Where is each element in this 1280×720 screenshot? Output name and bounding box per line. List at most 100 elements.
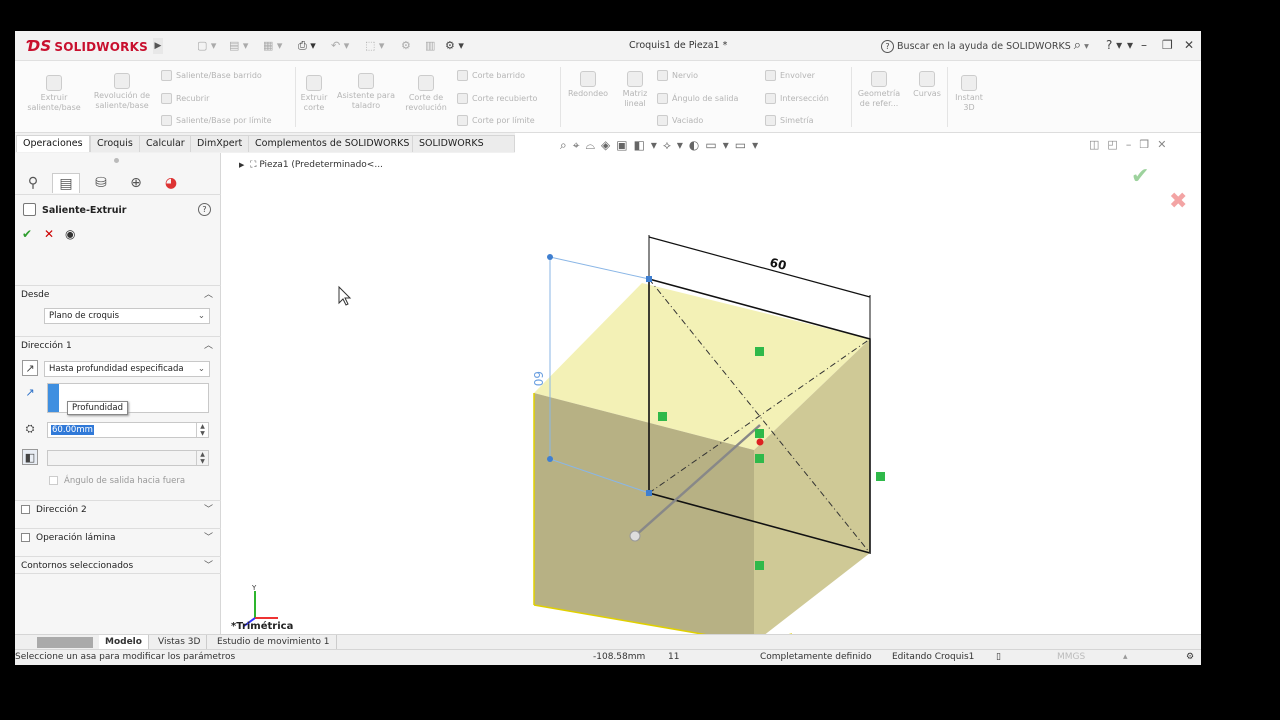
draft-spin-icon[interactable]: ▲ ▼ xyxy=(196,451,208,465)
boundary-cut-button[interactable]: Corte por límite xyxy=(457,115,535,126)
model-viewport[interactable]: 60 60 Y xyxy=(222,153,1201,644)
loft-cut-button[interactable]: Corte recubierto xyxy=(457,93,537,104)
draft-button[interactable]: Ángulo de salida xyxy=(657,93,738,104)
solidworks-logo[interactable]: ƊS SOLIDWORKS xyxy=(27,37,148,55)
viewport-minimize-icon[interactable]: – xyxy=(1126,138,1140,151)
units-dropdown-icon[interactable]: ▴ xyxy=(1123,650,1128,665)
units-selector[interactable]: MMGS xyxy=(1057,650,1085,665)
view-orientation-icon[interactable]: ▣ xyxy=(616,138,633,152)
dimension-side-text[interactable]: 60 xyxy=(531,371,545,386)
save-icon[interactable]: ▦ ▾ xyxy=(263,39,282,52)
display-manager-tab-icon[interactable]: ◕ xyxy=(157,173,185,193)
menu-expand-arrow-icon[interactable]: ▶ xyxy=(153,38,163,54)
collapse-chevron-icon[interactable]: ︿ xyxy=(204,337,213,355)
draft-outward-checkbox[interactable]: Ángulo de salida hacia fuera xyxy=(49,476,185,486)
from-dropdown[interactable]: Plano de croquis ⌄ xyxy=(44,308,210,324)
display-style-icon[interactable]: ◧▾ xyxy=(634,138,663,152)
instant3d-button[interactable]: Instant 3D xyxy=(949,75,989,113)
help-icon[interactable]: ? xyxy=(198,203,211,216)
restore-icon[interactable]: ❐ xyxy=(1162,38,1173,52)
appearance-icon[interactable]: ◐ xyxy=(689,138,705,152)
wrap-button[interactable]: Envolver xyxy=(765,70,815,81)
previous-view-icon[interactable]: ⌓ xyxy=(586,138,602,152)
view-settings-icon[interactable]: ▭▾ xyxy=(735,138,764,152)
confirm-corner-cancel-icon[interactable]: ✖ xyxy=(1169,189,1187,214)
thin-feature-checkbox[interactable] xyxy=(21,533,30,542)
select-icon[interactable]: ⬚ ▾ xyxy=(365,39,384,52)
loft-boss-button[interactable]: Recubrir xyxy=(161,93,209,104)
rib-button[interactable]: Nervio xyxy=(657,70,698,81)
reverse-direction-icon[interactable]: ↗ xyxy=(22,360,38,376)
dimxpert-manager-tab-icon[interactable]: ⊕ xyxy=(122,173,150,193)
intersect-button[interactable]: Intersección xyxy=(765,93,829,104)
midpoint-relation-icon[interactable] xyxy=(755,429,764,438)
tab-vistas-3d[interactable]: Vistas 3D xyxy=(152,635,208,649)
section-desde[interactable]: Desde ︿ xyxy=(15,285,221,303)
handle-point[interactable] xyxy=(547,456,553,462)
tab-operaciones[interactable]: Operaciones xyxy=(16,135,90,152)
linear-pattern-button[interactable]: Matriz lineal xyxy=(617,71,653,109)
tab-calcular[interactable]: Calcular xyxy=(139,135,192,152)
help-search-input[interactable]: Buscar en la ayuda de SOLIDWORKS xyxy=(897,41,1071,52)
revolve-boss-button[interactable]: Revolución de saliente/base xyxy=(91,73,153,111)
mirror-button[interactable]: Simetría xyxy=(765,115,814,126)
drag-handle-icon[interactable] xyxy=(629,530,641,542)
print-icon[interactable]: ⎙ ▾ xyxy=(298,39,316,53)
direction2-checkbox[interactable] xyxy=(21,505,30,514)
boundary-boss-button[interactable]: Saliente/Base por límite xyxy=(161,115,272,126)
handle-point[interactable] xyxy=(547,254,553,260)
vertical-relation-icon[interactable] xyxy=(876,472,885,481)
vertex-point[interactable] xyxy=(646,276,652,282)
horizontal-relation-icon[interactable] xyxy=(755,347,764,356)
section-operacion-lamina[interactable]: Operación lámina ﹀ xyxy=(15,528,221,546)
expand-arrow-icon[interactable]: ▶ xyxy=(239,161,244,169)
viewport-restore-icon[interactable]: ❐ xyxy=(1139,138,1157,151)
draft-angle-input[interactable]: ▲ ▼ xyxy=(47,450,209,466)
new-document-icon[interactable]: ▢ ▾ xyxy=(197,39,216,52)
tab-dimxpert[interactable]: DimXpert xyxy=(190,135,250,152)
options-gear-icon[interactable]: ⚙ ▾ xyxy=(445,39,464,52)
open-document-icon[interactable]: ▤ ▾ xyxy=(229,39,248,52)
expand-chevron-icon[interactable]: ﹀ xyxy=(204,501,213,519)
rebuild-status-icon[interactable]: ▯ xyxy=(996,650,1001,665)
vertex-point[interactable] xyxy=(646,490,652,496)
help-menu-icon[interactable]: ? ▾ xyxy=(1106,38,1122,52)
section-contornos[interactable]: Contornos seleccionados ﹀ xyxy=(15,556,221,574)
tab-complementos[interactable]: Complementos de SOLIDWORKS xyxy=(248,135,417,152)
help-search[interactable]: ? Buscar en la ayuda de SOLIDWORKS ⌕ ▾ xyxy=(881,38,1089,53)
zoom-area-icon[interactable]: ⌖ xyxy=(573,138,586,152)
expand-chevron-icon[interactable]: ﹀ xyxy=(204,529,213,547)
reference-geometry-button[interactable]: Geometría de refer... xyxy=(853,71,905,109)
hole-wizard-button[interactable]: Asistente para taladro xyxy=(335,73,397,111)
curves-button[interactable]: Curvas xyxy=(909,71,945,99)
zoom-to-fit-icon[interactable]: ⌕ xyxy=(560,138,573,152)
undo-icon[interactable]: ↶ ▾ xyxy=(331,39,349,52)
tab-scroll-arrows-icon[interactable] xyxy=(37,637,93,648)
account-dropdown-icon[interactable]: ▾ xyxy=(1127,38,1133,52)
shell-button[interactable]: Vaciado xyxy=(657,115,703,126)
split-view-icon[interactable]: ◫ xyxy=(1089,138,1107,151)
feature-tree-flyout[interactable]: ▶ ⛶ Pieza1 (Predeterminado<... xyxy=(239,160,383,170)
swept-boss-button[interactable]: Saliente/Base barrido xyxy=(161,70,262,81)
file-properties-icon[interactable]: ▥ xyxy=(425,39,435,52)
minimize-icon[interactable]: – xyxy=(1141,38,1147,52)
revolve-cut-button[interactable]: Corte de revolución xyxy=(401,75,451,113)
tab-solidworks-mbd[interactable]: SOLIDWORKS MBD xyxy=(412,135,515,165)
horizontal-relation-icon[interactable] xyxy=(755,561,764,570)
extrude-boss-button[interactable]: Extruir saliente/base xyxy=(23,75,85,113)
rebuild-icon[interactable]: ⚙ xyxy=(401,39,411,52)
close-icon[interactable]: ✕ xyxy=(1184,38,1194,52)
customize-status-icon[interactable]: ⚙ xyxy=(1186,650,1194,665)
tab-estudio-movimiento[interactable]: Estudio de movimiento 1 xyxy=(211,635,337,649)
viewport-close-icon[interactable]: ✕ xyxy=(1157,138,1174,151)
section-view-icon[interactable]: ◈ xyxy=(601,138,616,152)
vertical-relation-icon[interactable] xyxy=(658,412,667,421)
ok-check-icon[interactable]: ✔ xyxy=(22,227,32,241)
tab-croquis[interactable]: Croquis xyxy=(90,135,140,152)
expand-chevron-icon[interactable]: ﹀ xyxy=(204,557,213,575)
hide-show-icon[interactable]: ⟡▾ xyxy=(663,138,689,152)
search-icon[interactable]: ⌕ xyxy=(1074,38,1081,53)
property-manager-tab-icon[interactable]: ▤ xyxy=(52,173,80,193)
end-condition-dropdown[interactable]: Hasta profundidad especificada ⌄ xyxy=(44,361,210,377)
tile-view-icon[interactable]: ◰ xyxy=(1107,138,1125,151)
